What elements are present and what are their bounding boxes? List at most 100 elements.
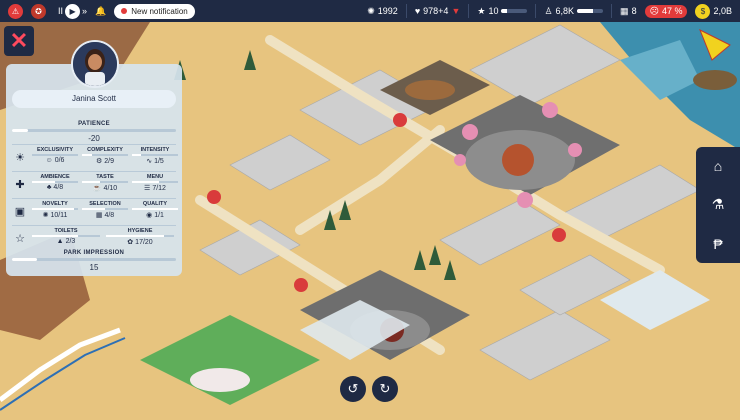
- stat-bar: [32, 181, 78, 183]
- top-bar: ⚠ ✪ II ▶ » 🔔 New notification ✺ 1992 ♥ 9…: [0, 0, 740, 22]
- stat-label: TOILETS: [54, 228, 78, 234]
- staff-icon: ♙: [544, 5, 553, 16]
- rating-down-arrow-icon: ▼: [451, 6, 461, 16]
- close-icon: ✕: [9, 28, 29, 53]
- stat-selection: SELECTION ▦ 4/8: [82, 201, 128, 219]
- stat-bar: [132, 181, 178, 183]
- star-icon: ★: [477, 5, 486, 16]
- stat-menu: MENU ☰ 7/12: [132, 174, 178, 192]
- stat-hygiene: HYGIENE ✿ 17/20: [106, 228, 174, 246]
- park-impression-label: PARK IMPRESSION: [63, 250, 125, 256]
- calendar-counter[interactable]: ▦ 8: [620, 6, 637, 17]
- stat-group: ▣ NOVELTY ✺ 10/11 SELECTION ▦ 4/8 QUALITY ◉ 1/1: [12, 198, 178, 224]
- stat-value: 2/9: [104, 157, 114, 165]
- alert-icon[interactable]: ⚠: [8, 3, 23, 19]
- rotate-right-button[interactable]: ↻: [372, 376, 398, 402]
- patience-label: PATIENCE: [78, 121, 110, 127]
- stat-value: 7/12: [152, 184, 166, 192]
- close-button[interactable]: ✕: [4, 26, 34, 56]
- speed-controls: II ▶ »: [58, 3, 87, 19]
- stat-bar: [32, 235, 100, 237]
- stat-quality: QUALITY ◉ 1/1: [132, 201, 178, 219]
- stat-icon: ✺: [42, 212, 49, 219]
- guest-name: Janina Scott: [12, 90, 176, 108]
- food-icon: ✚: [15, 178, 25, 191]
- patience-bar: [12, 129, 176, 132]
- money-icon: $: [695, 3, 711, 19]
- star-icon: ☆: [15, 232, 25, 245]
- stat-value-row: ☰ 7/12: [132, 184, 178, 193]
- notification-bell-icon[interactable]: 🔔: [95, 6, 106, 17]
- stat-value: 0/6: [54, 157, 65, 164]
- stat-label: AMBIENCE: [40, 174, 70, 180]
- play-button[interactable]: ▶: [65, 3, 81, 19]
- stat-icon: ◉: [146, 212, 153, 219]
- fast-forward-button[interactable]: »: [82, 6, 87, 16]
- pause-button[interactable]: II: [58, 6, 63, 16]
- stat-value-row: ◉ 1/1: [132, 211, 178, 220]
- stat-value: 17/20: [135, 238, 153, 246]
- notification-dot-icon: [121, 8, 128, 14]
- stat-bar: [132, 154, 178, 156]
- stat-value-row: ♣ 4/8: [32, 184, 78, 191]
- stat-value: 2/3: [65, 238, 76, 245]
- calendar-icon: ▦: [620, 5, 629, 16]
- stat-icon: ▦: [95, 212, 103, 219]
- stat-label: QUALITY: [142, 201, 168, 207]
- guest-portrait-icon: [73, 42, 117, 86]
- money-counter[interactable]: $ 2,0B: [695, 3, 732, 19]
- guests-counter[interactable]: ✺ 1992: [367, 6, 398, 17]
- stat-bar: [132, 208, 178, 210]
- stat-value-row: ☕ 4/10: [82, 184, 128, 193]
- stat-value-row: ✿ 17/20: [106, 238, 174, 247]
- ride-icon: ☀: [15, 151, 25, 164]
- stat-group: ☆ TOILETS ▲ 2/3 HYGIENE ✿ 17/20: [12, 225, 176, 251]
- stat-value: 1/5: [154, 157, 164, 165]
- happiness-face-icon: ☹: [649, 5, 659, 16]
- rating-icon: ♥: [414, 6, 421, 16]
- stat-bar: [32, 208, 78, 210]
- happiness-indicator[interactable]: ☹ 47 %: [644, 4, 688, 18]
- stat-group: ☀ EXCLUSIVITY ☺ 0/6 COMPLEXITY ⚙ 2/9 INTENSITY ∿…: [12, 144, 178, 170]
- rotate-left-button[interactable]: ↺: [340, 376, 366, 402]
- stat-icon: ☺: [45, 157, 53, 164]
- stat-value: 4/10: [103, 184, 118, 192]
- stat-icon: ☰: [144, 185, 151, 192]
- park-menu-icon[interactable]: ✪: [31, 3, 46, 19]
- notification-text: New notification: [131, 6, 188, 16]
- stat-value-row: ▦ 4/8: [82, 211, 128, 220]
- star-counter[interactable]: ★ 10: [477, 5, 528, 17]
- guests-icon: ✺: [367, 5, 375, 16]
- stat-label: TASTE: [96, 174, 114, 180]
- rating-counter[interactable]: ♥ 978+4 ▼: [415, 6, 461, 16]
- park-impression-section: PARK IMPRESSION 15: [12, 250, 176, 272]
- guest-avatar: [71, 40, 119, 88]
- stat-label: INTENSITY: [140, 147, 170, 153]
- stat-complexity: COMPLEXITY ⚙ 2/9: [82, 147, 128, 165]
- stat-ambience: AMBIENCE ♣ 4/8: [32, 174, 78, 191]
- stat-value-row: ✺ 10/11: [32, 211, 78, 220]
- stat-bar: [32, 154, 78, 156]
- stat-icon: ∿: [146, 158, 153, 165]
- stat-label: SELECTION: [89, 201, 121, 207]
- right-tool-dock: ⌂ ⚗ ₱: [696, 147, 740, 263]
- stat-bar: [106, 235, 174, 237]
- rotate-left-icon: ↺: [347, 381, 359, 396]
- stat-value-row: ⚙ 2/9: [82, 157, 128, 166]
- patience-section: PATIENCE -20: [12, 121, 176, 143]
- stat-novelty: NOVELTY ✺ 10/11: [32, 201, 78, 219]
- notification-pill[interactable]: New notification: [114, 3, 195, 19]
- stat-label: HYGIENE: [127, 228, 153, 234]
- staff-progress-bar: [577, 9, 604, 13]
- stat-value-row: ▲ 2/3: [32, 238, 100, 245]
- park-impression-value: 15: [89, 263, 99, 272]
- stat-taste: TASTE ☕ 4/10: [82, 174, 128, 192]
- finance-icon[interactable]: ₱: [713, 236, 722, 252]
- patience-value: -20: [88, 134, 100, 143]
- stat-icon: ▲: [56, 238, 64, 245]
- stat-icon: ♣: [46, 184, 52, 191]
- stat-label: EXCLUSIVITY: [36, 147, 74, 153]
- research-icon[interactable]: ⚗: [712, 196, 725, 213]
- staff-counter[interactable]: ♙ 6,8K: [544, 5, 604, 17]
- build-icon[interactable]: ⌂: [714, 158, 722, 174]
